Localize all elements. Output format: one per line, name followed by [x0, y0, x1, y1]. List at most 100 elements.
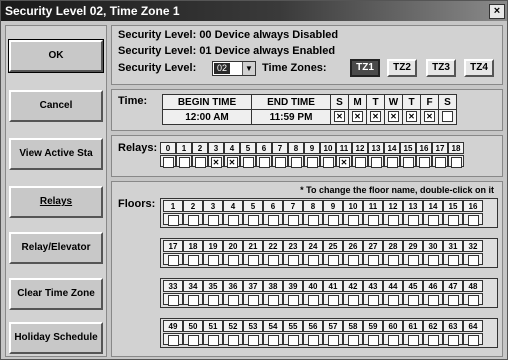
floor-name[interactable]: 30 — [423, 240, 443, 252]
floor-checkbox[interactable] — [167, 335, 179, 346]
floor-name[interactable]: 37 — [243, 280, 263, 292]
floor-checkbox[interactable] — [267, 335, 279, 346]
floor-name[interactable]: 3 — [203, 200, 223, 212]
chevron-down-icon[interactable]: ▼ — [242, 62, 255, 75]
relay-checkbox[interactable]: ✕ — [338, 157, 350, 168]
floor-name[interactable]: 36 — [223, 280, 243, 292]
floor-checkbox[interactable] — [467, 295, 479, 306]
tab-tz2[interactable]: TZ2 — [387, 59, 417, 77]
floor-name[interactable]: 24 — [303, 240, 323, 252]
floor-name[interactable]: 64 — [463, 320, 483, 332]
floor-checkbox[interactable] — [467, 255, 479, 266]
relay-checkbox[interactable] — [370, 157, 382, 168]
day-checkbox[interactable]: ✕ — [388, 111, 399, 123]
floor-name[interactable]: 33 — [163, 280, 183, 292]
floor-checkbox[interactable] — [327, 255, 339, 266]
floor-name[interactable]: 17 — [163, 240, 183, 252]
floor-checkbox[interactable] — [247, 255, 259, 266]
relay-checkbox[interactable] — [178, 157, 190, 168]
floor-name[interactable]: 2 — [183, 200, 203, 212]
floor-name[interactable]: 27 — [363, 240, 383, 252]
relay-checkbox[interactable] — [162, 157, 174, 168]
floor-checkbox[interactable] — [207, 335, 219, 346]
floor-checkbox[interactable] — [347, 255, 359, 266]
floor-name[interactable]: 53 — [243, 320, 263, 332]
floor-checkbox[interactable] — [247, 335, 259, 346]
day-checkbox[interactable]: ✕ — [334, 111, 345, 123]
floor-name[interactable]: 39 — [283, 280, 303, 292]
floor-checkbox[interactable] — [347, 215, 359, 226]
day-checkbox[interactable]: ✕ — [424, 111, 435, 123]
tab-tz1[interactable]: TZ1 — [350, 59, 380, 77]
floor-checkbox[interactable] — [407, 295, 419, 306]
floor-name[interactable]: 16 — [463, 200, 483, 212]
floor-checkbox[interactable] — [327, 295, 339, 306]
floor-checkbox[interactable] — [227, 215, 239, 226]
floor-checkbox[interactable] — [427, 215, 439, 226]
floor-name[interactable]: 7 — [283, 200, 303, 212]
floor-name[interactable]: 54 — [263, 320, 283, 332]
floor-checkbox[interactable] — [387, 255, 399, 266]
floor-name[interactable]: 46 — [423, 280, 443, 292]
floor-checkbox[interactable] — [267, 215, 279, 226]
relay-checkbox[interactable] — [290, 157, 302, 168]
floor-checkbox[interactable] — [247, 215, 259, 226]
floor-name[interactable]: 13 — [403, 200, 423, 212]
floor-name[interactable]: 31 — [443, 240, 463, 252]
floor-name[interactable]: 11 — [363, 200, 383, 212]
floor-checkbox[interactable] — [307, 335, 319, 346]
floor-checkbox[interactable] — [387, 215, 399, 226]
floor-name[interactable]: 21 — [243, 240, 263, 252]
floor-name[interactable]: 41 — [323, 280, 343, 292]
floor-checkbox[interactable] — [187, 335, 199, 346]
floor-name[interactable]: 9 — [323, 200, 343, 212]
floor-checkbox[interactable] — [467, 215, 479, 226]
floor-checkbox[interactable] — [247, 295, 259, 306]
floor-name[interactable]: 23 — [283, 240, 303, 252]
floor-name[interactable]: 28 — [383, 240, 403, 252]
floor-checkbox[interactable] — [167, 215, 179, 226]
floor-name[interactable]: 15 — [443, 200, 463, 212]
relay-checkbox[interactable] — [450, 157, 462, 168]
title-bar[interactable]: Security Level 02, Time Zone 1 × — [1, 1, 507, 21]
relay-checkbox[interactable] — [306, 157, 318, 168]
relay-checkbox[interactable] — [434, 157, 446, 168]
ok-button[interactable]: OK — [8, 39, 104, 73]
floor-checkbox[interactable] — [287, 255, 299, 266]
floor-name[interactable]: 59 — [363, 320, 383, 332]
clear-time-zone-button[interactable]: Clear Time Zone — [9, 278, 103, 310]
floor-name[interactable]: 22 — [263, 240, 283, 252]
floor-name[interactable]: 5 — [243, 200, 263, 212]
floor-checkbox[interactable] — [327, 335, 339, 346]
relay-checkbox[interactable] — [402, 157, 414, 168]
floor-checkbox[interactable] — [307, 255, 319, 266]
floor-name[interactable]: 56 — [303, 320, 323, 332]
floor-checkbox[interactable] — [187, 295, 199, 306]
relay-checkbox[interactable]: ✕ — [210, 157, 222, 168]
floor-name[interactable]: 47 — [443, 280, 463, 292]
floor-checkbox[interactable] — [227, 295, 239, 306]
floor-name[interactable]: 55 — [283, 320, 303, 332]
floor-checkbox[interactable] — [447, 215, 459, 226]
floor-name[interactable]: 4 — [223, 200, 243, 212]
floor-name[interactable]: 50 — [183, 320, 203, 332]
floor-name[interactable]: 63 — [443, 320, 463, 332]
floor-checkbox[interactable] — [367, 215, 379, 226]
floor-checkbox[interactable] — [207, 255, 219, 266]
day-checkbox[interactable]: ✕ — [406, 111, 417, 123]
security-level-select[interactable]: 02 ▼ — [212, 61, 256, 76]
relay-checkbox[interactable]: ✕ — [226, 157, 238, 168]
floor-checkbox[interactable] — [307, 295, 319, 306]
floor-name[interactable]: 45 — [403, 280, 423, 292]
floor-name[interactable]: 32 — [463, 240, 483, 252]
floor-checkbox[interactable] — [467, 335, 479, 346]
floor-checkbox[interactable] — [367, 255, 379, 266]
floor-checkbox[interactable] — [407, 335, 419, 346]
floor-checkbox[interactable] — [267, 255, 279, 266]
end-time-field[interactable]: 11:59 PM — [251, 109, 331, 125]
floor-name[interactable]: 25 — [323, 240, 343, 252]
floor-checkbox[interactable] — [427, 255, 439, 266]
floor-checkbox[interactable] — [287, 335, 299, 346]
floor-checkbox[interactable] — [307, 215, 319, 226]
floor-name[interactable]: 26 — [343, 240, 363, 252]
